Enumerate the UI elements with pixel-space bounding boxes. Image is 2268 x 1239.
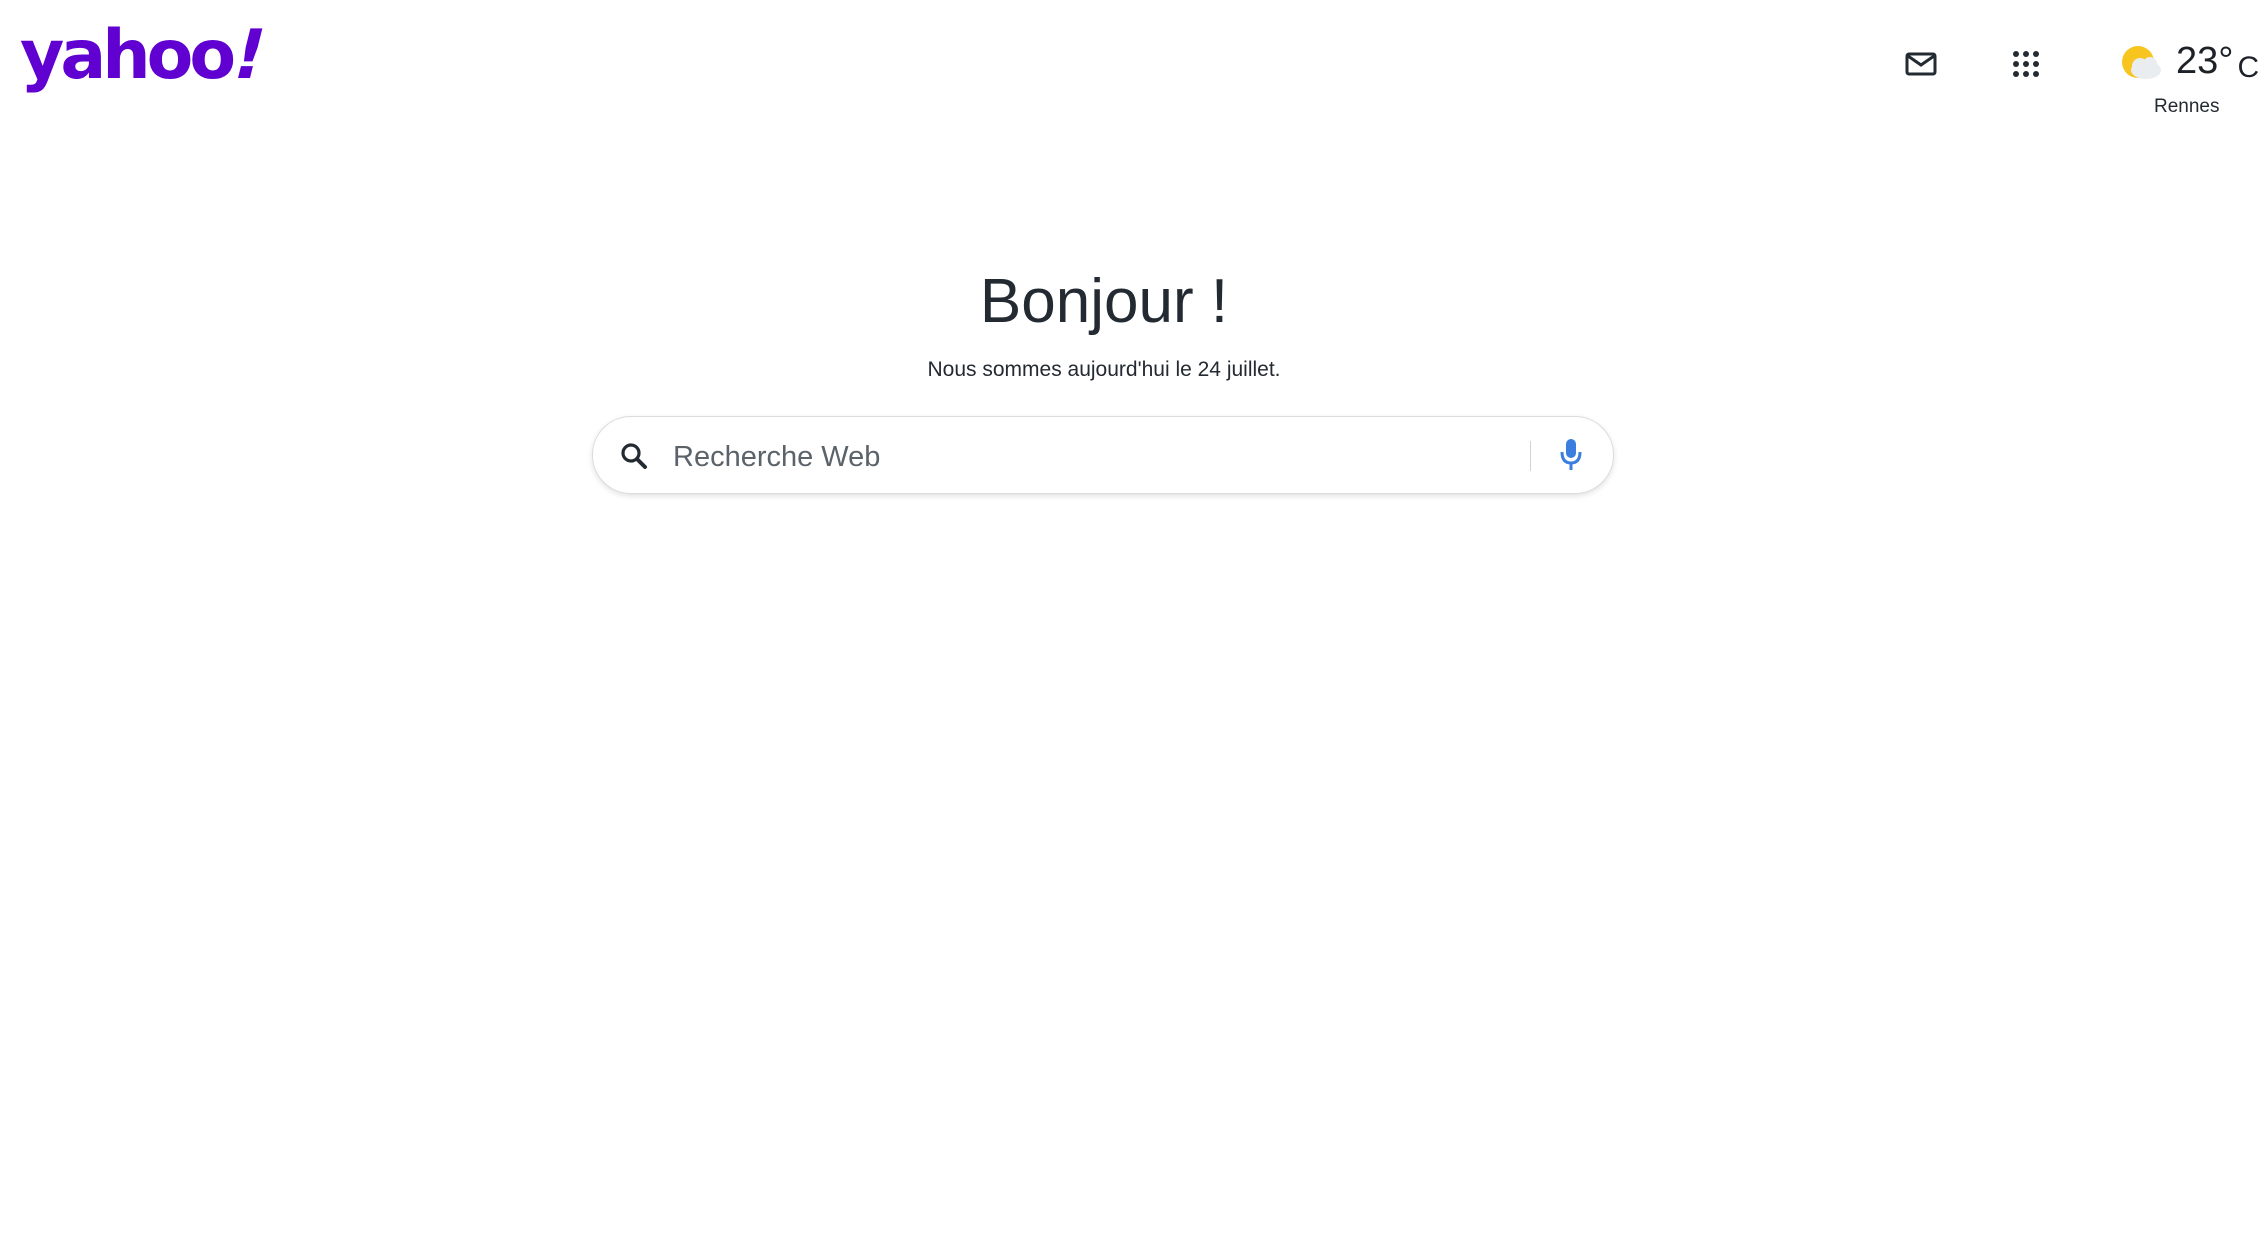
mail-icon bbox=[1905, 52, 1937, 76]
microphone-icon bbox=[1560, 439, 1582, 470]
apps-grid-icon bbox=[2013, 51, 2039, 77]
apps-button[interactable] bbox=[1996, 34, 2056, 94]
logo-bang: ! bbox=[224, 16, 272, 95]
temperature-unit: C bbox=[2237, 51, 2260, 84]
weather-widget[interactable]: 23° C Rennes bbox=[2118, 38, 2259, 124]
weather-temperature: 23° C bbox=[2176, 40, 2259, 83]
partly-cloudy-icon bbox=[2122, 46, 2161, 79]
voice-search-button[interactable] bbox=[1551, 435, 1591, 475]
greeting-title: Bonjour ! bbox=[979, 267, 1229, 336]
search-icon bbox=[621, 443, 647, 469]
weather-city: Rennes bbox=[2154, 96, 2220, 117]
date-line: Nous sommes aujourd'hui le 24 juillet. bbox=[927, 358, 1281, 381]
logo-text: yahoo bbox=[20, 16, 236, 95]
search-divider bbox=[1530, 441, 1531, 471]
search-input[interactable] bbox=[671, 431, 1505, 483]
temperature-value: 23° bbox=[2176, 40, 2234, 82]
yahoo-logo[interactable]: yahoo! bbox=[20, 16, 271, 95]
yahoo-homepage: yahoo! 23° C Rennes Bonjour ! Nous somme… bbox=[0, 0, 2268, 1239]
search-bar[interactable] bbox=[592, 416, 1614, 494]
mail-button[interactable] bbox=[1891, 34, 1951, 94]
